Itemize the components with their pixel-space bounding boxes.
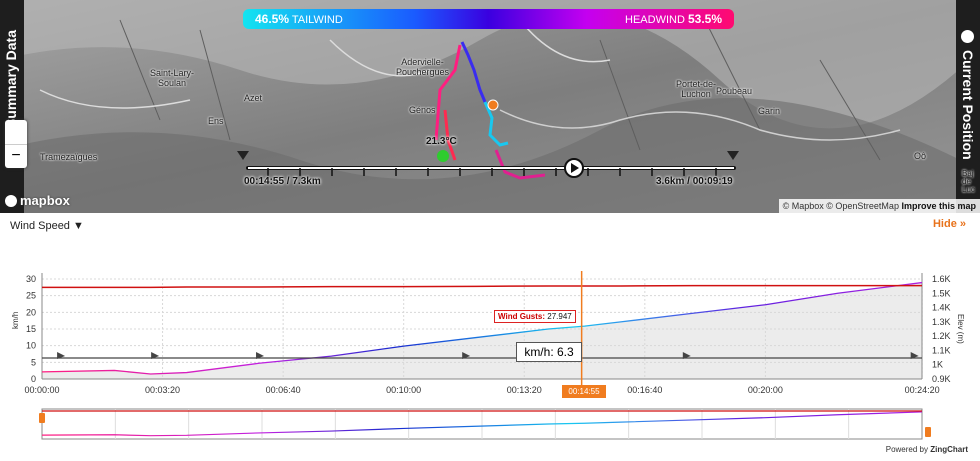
y-tick-label: 10	[26, 341, 36, 351]
zoom-out-button[interactable]: −	[5, 144, 27, 169]
y2-tick-label: 1.1K	[932, 345, 951, 355]
current-time-flag: 00:14:55	[562, 385, 606, 398]
wind-balance-bar: 46.5% TAILWIND HEADWIND 53.5%	[243, 9, 734, 29]
x-tick-label: 00:24:20	[905, 385, 940, 395]
hide-chart-button[interactable]: Hide »	[933, 218, 966, 230]
y2-tick-label: 0.9K	[932, 374, 951, 384]
y-tick-label: 0	[31, 374, 36, 384]
start-marker	[437, 150, 449, 162]
value-tooltip: km/h: 6.3	[516, 342, 582, 362]
map-terrain	[0, 0, 980, 213]
timeline-right-readout: 3.6km / 00:09:19	[656, 176, 733, 187]
y-tick-label: 30	[26, 274, 36, 284]
gust-tooltip: Wind Gusts: 27.947	[494, 310, 576, 323]
overview-right-handle[interactable]	[925, 427, 931, 437]
x-tick-label: 00:16:40	[627, 385, 662, 395]
wind-gusts-line	[42, 284, 922, 289]
x-tick-label: 00:03:20	[145, 385, 180, 395]
place-label: Garin	[758, 106, 781, 116]
place-label: Saint-Lary- Soulan	[150, 68, 195, 88]
y2-tick-label: 1.2K	[932, 331, 951, 341]
route-map[interactable]: Summary Data Current Position 46.5% TAIL…	[0, 0, 980, 213]
y2-tick-label: 1K	[932, 360, 943, 370]
y-tick-label: 20	[26, 307, 36, 317]
timeline-left-readout: 00:14:55 / 7.3km	[244, 176, 321, 187]
metric-selector[interactable]: Wind Speed ▼	[10, 220, 84, 232]
place-label: Poubeau	[716, 86, 753, 96]
y-axis-label: km/h	[11, 312, 20, 329]
improve-map-link[interactable]: Improve this map	[901, 201, 976, 211]
y-tick-label: 5	[31, 357, 36, 367]
zingchart-credit[interactable]: Powered by ZingChart	[886, 445, 968, 454]
x-tick-label: 00:13:20	[507, 385, 542, 395]
y2-axis-label: Elev (m)	[956, 314, 965, 344]
x-tick-label: 00:20:00	[748, 385, 783, 395]
place-label: Azet	[244, 93, 263, 103]
zoom-control: −	[5, 120, 27, 168]
y2-tick-label: 1.6K	[932, 274, 951, 284]
temperature-label: 21.3°C	[426, 136, 457, 147]
place-label: Tramezaïgues	[40, 152, 98, 162]
play-icon[interactable]	[564, 158, 584, 178]
x-tick-label: 00:06:40	[266, 385, 301, 395]
y-tick-label: 25	[26, 291, 36, 301]
overview-left-handle[interactable]	[39, 413, 45, 423]
y2-tick-label: 1.5K	[932, 288, 951, 298]
position-dot-icon	[961, 30, 974, 43]
place-label: Adervielle- Pouchergues	[396, 57, 450, 77]
x-tick-label: 00:00:00	[24, 385, 59, 395]
current-position-label: Current Position	[960, 50, 976, 160]
place-label: Ens	[208, 116, 224, 126]
x-tick-label: 00:10:00	[386, 385, 421, 395]
summary-data-label: Summary Data	[3, 30, 19, 129]
tailwind-summary: 46.5% TAILWIND	[255, 12, 343, 26]
place-label: Oô	[914, 151, 927, 161]
y2-tick-label: 1.4K	[932, 303, 951, 313]
summary-data-tab[interactable]: Summary Data	[0, 0, 24, 213]
headwind-summary: HEADWIND 53.5%	[625, 12, 722, 26]
place-label: Portet-de- Luchon	[676, 79, 717, 99]
map-attribution: © Mapbox © OpenStreetMap Improve this ma…	[778, 199, 980, 213]
mapbox-logo[interactable]: mapbox	[5, 193, 70, 208]
chart-header: Wind Speed ▼ Hide »	[0, 213, 980, 241]
place-label: Génos	[409, 105, 436, 115]
y2-tick-label: 1.3K	[932, 317, 951, 327]
elevation-area	[42, 282, 922, 379]
y-tick-label: 15	[26, 324, 36, 334]
place-label: Baj de Luc	[962, 169, 975, 194]
current-position-marker	[487, 99, 499, 111]
wind-speed-chart[interactable]: 0 5 10 15 20 25 30 0.9K 1K 1.1K 1.2K 1.3K 1.4K 1.5K 1.…	[0, 241, 980, 441]
